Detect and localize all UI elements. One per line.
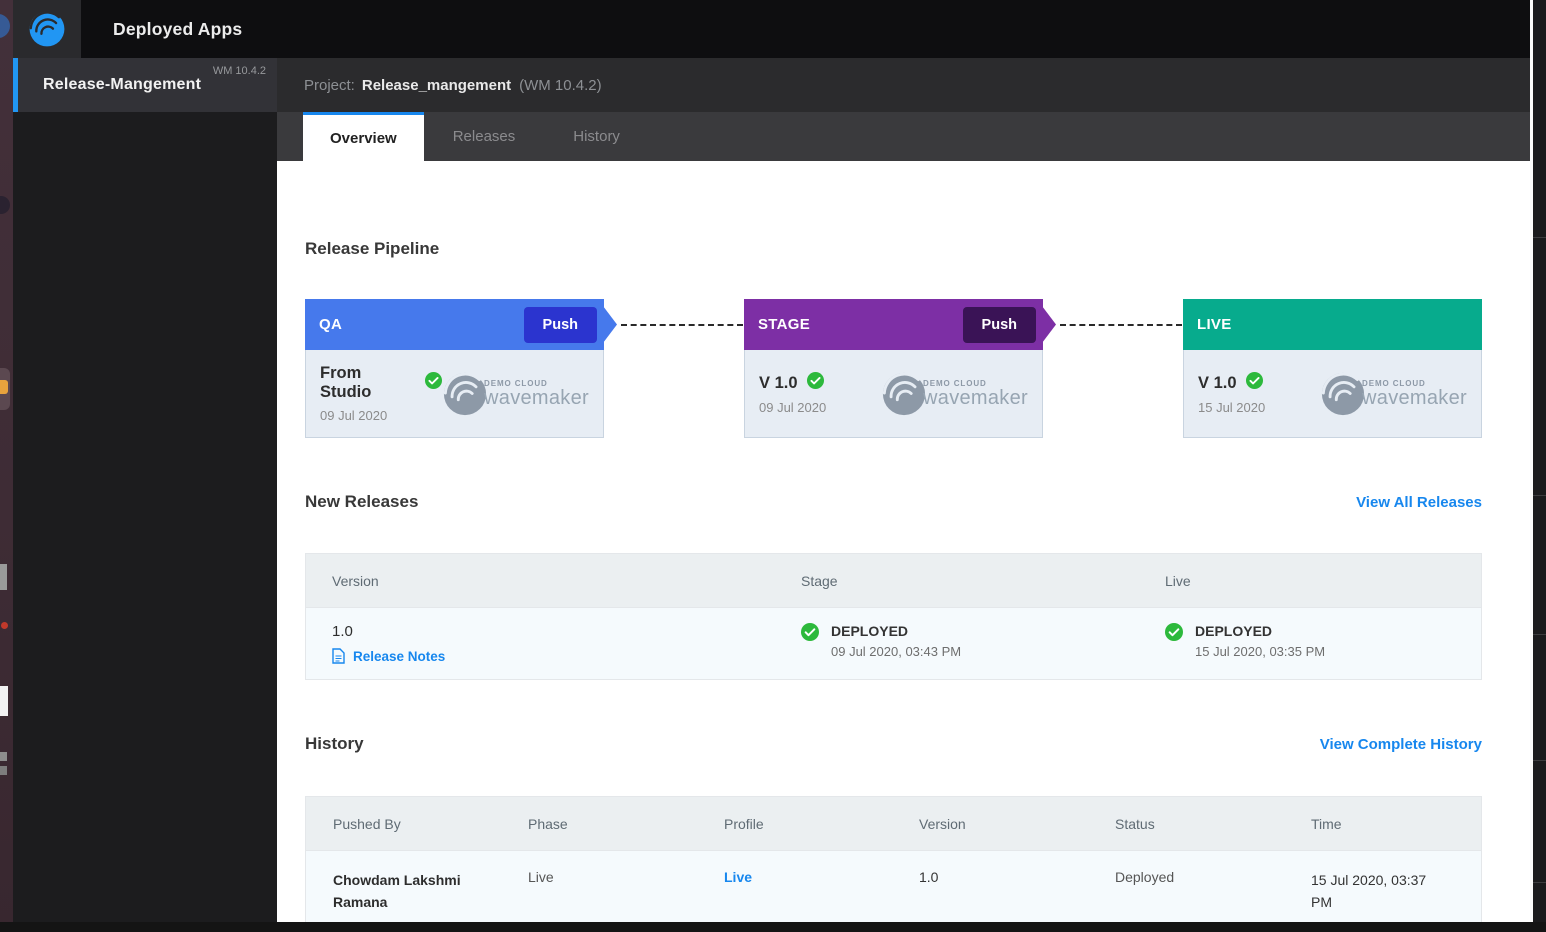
project-name: Release_mangement bbox=[362, 77, 511, 94]
check-icon bbox=[807, 372, 824, 394]
stage-name: STAGE bbox=[758, 316, 810, 333]
tab-releases[interactable]: Releases bbox=[424, 112, 545, 161]
column-header-version: Version bbox=[919, 816, 1115, 832]
stage-status: DEPLOYED bbox=[831, 623, 961, 639]
push-button-stage[interactable]: Push bbox=[963, 307, 1036, 343]
release-notes-link[interactable]: Release Notes bbox=[332, 648, 801, 664]
new-releases-heading: New Releases bbox=[305, 492, 418, 512]
app-version-label: WM 10.4.2 bbox=[213, 65, 266, 77]
column-header-live: Live bbox=[1165, 573, 1481, 589]
stage-version: V 1.0 bbox=[759, 374, 798, 393]
screen: Deployed Apps Release-Mangement WM 10.4.… bbox=[0, 0, 1546, 932]
stage-time: 09 Jul 2020, 03:43 PM bbox=[831, 644, 961, 659]
release-version: 1.0 bbox=[332, 623, 801, 640]
push-button-qa[interactable]: Push bbox=[524, 307, 597, 343]
new-releases-table-header: Version Stage Live bbox=[306, 554, 1481, 607]
stage-version: V 1.0 bbox=[1198, 374, 1237, 393]
dock-icon-fragment bbox=[0, 564, 7, 590]
release-pipeline: QA Push From Studio bbox=[305, 299, 1482, 438]
column-header-pushed-by: Pushed By bbox=[333, 816, 528, 832]
check-icon bbox=[1246, 372, 1263, 394]
desktop-dock-strip bbox=[0, 0, 13, 932]
window-bottom-edge bbox=[0, 922, 1546, 932]
stage-date: 09 Jul 2020 bbox=[320, 408, 442, 423]
window-right-edge bbox=[1530, 0, 1546, 932]
live-time: 15 Jul 2020, 03:35 PM bbox=[1195, 644, 1325, 659]
stage-date: 15 Jul 2020 bbox=[1198, 400, 1265, 415]
history-table: Pushed By Phase Profile Version Status T… bbox=[305, 796, 1482, 922]
tab-history[interactable]: History bbox=[544, 112, 649, 161]
dock-icon-fragment bbox=[0, 752, 7, 761]
wavemaker-gray-icon bbox=[442, 371, 488, 417]
column-header-stage: Stage bbox=[801, 573, 1165, 589]
wavemaker-logo-icon bbox=[28, 10, 66, 48]
wavemaker-gray-icon bbox=[1320, 371, 1366, 417]
document-icon bbox=[332, 648, 345, 664]
pushed-by-value: Chowdam Lakshmi Ramana bbox=[333, 869, 528, 913]
dock-icon-fragment bbox=[0, 766, 7, 775]
overview-content: Release Pipeline QA Push From bbox=[277, 161, 1512, 922]
tab-bar: Overview Releases History bbox=[277, 112, 1530, 161]
live-status: DEPLOYED bbox=[1195, 623, 1325, 639]
dock-icon-fragment bbox=[1, 622, 8, 629]
history-table-header: Pushed By Phase Profile Version Status T… bbox=[306, 797, 1481, 850]
check-icon bbox=[1165, 623, 1183, 664]
new-releases-table: Version Stage Live 1.0 Release Notes bbox=[305, 553, 1482, 680]
pipeline-card-stage: STAGE Push V 1.0 bbox=[744, 299, 1043, 438]
main-panel: Project: Release_mangement (WM 10.4.2) O… bbox=[277, 58, 1530, 922]
dock-icon-fragment bbox=[0, 14, 10, 38]
sidebar: Release-Mangement WM 10.4.2 bbox=[13, 58, 277, 922]
sidebar-item-release-mangement[interactable]: Release-Mangement WM 10.4.2 bbox=[13, 58, 277, 112]
stage-version: From Studio bbox=[320, 364, 416, 402]
release-pipeline-heading: Release Pipeline bbox=[305, 239, 1482, 259]
check-icon bbox=[801, 623, 819, 664]
column-header-time: Time bbox=[1311, 816, 1481, 832]
project-header: Project: Release_mangement (WM 10.4.2) bbox=[277, 58, 1530, 112]
dock-icon-fragment bbox=[0, 196, 10, 214]
view-complete-history-link[interactable]: View Complete History bbox=[1320, 736, 1482, 753]
demo-cloud-brand: DEMO CLOUD wavemaker bbox=[1320, 371, 1467, 417]
table-row: 1.0 Release Notes DEPLOYED 09 Jul 2020, … bbox=[306, 607, 1481, 679]
top-bar: Deployed Apps bbox=[13, 0, 1546, 58]
column-header-profile: Profile bbox=[724, 816, 919, 832]
stage-date: 09 Jul 2020 bbox=[759, 400, 826, 415]
version-value: 1.0 bbox=[919, 869, 1115, 885]
wavemaker-gray-icon bbox=[881, 371, 927, 417]
dock-icon-fragment bbox=[0, 380, 8, 394]
demo-cloud-brand: DEMO CLOUD wavemaker bbox=[881, 371, 1028, 417]
table-row: Chowdam Lakshmi Ramana Live Live 1.0 Dep… bbox=[306, 850, 1481, 922]
stage-name: LIVE bbox=[1197, 316, 1232, 333]
dock-icon-fragment bbox=[0, 686, 8, 716]
check-icon bbox=[425, 372, 442, 394]
pipeline-card-qa: QA Push From Studio bbox=[305, 299, 604, 438]
tab-overview[interactable]: Overview bbox=[303, 112, 424, 161]
stage-name: QA bbox=[319, 316, 342, 333]
time-value: 15 Jul 2020, 03:37 PM bbox=[1311, 869, 1481, 913]
column-header-version: Version bbox=[332, 573, 801, 589]
column-header-phase: Phase bbox=[528, 816, 724, 832]
history-heading: History bbox=[305, 734, 364, 754]
status-value: Deployed bbox=[1115, 869, 1311, 885]
pipeline-connector bbox=[1043, 299, 1183, 350]
project-label: Project: bbox=[304, 77, 355, 94]
view-all-releases-link[interactable]: View All Releases bbox=[1356, 494, 1482, 511]
project-version: (WM 10.4.2) bbox=[519, 77, 602, 94]
phase-value: Live bbox=[528, 869, 724, 885]
profile-live-link[interactable]: Live bbox=[724, 869, 919, 885]
wavemaker-logo-tile[interactable] bbox=[13, 0, 81, 58]
pipeline-connector bbox=[604, 299, 744, 350]
column-header-status: Status bbox=[1115, 816, 1311, 832]
page-title: Deployed Apps bbox=[113, 19, 242, 40]
pipeline-card-live: LIVE V 1.0 15 Jul 2020 bbox=[1183, 299, 1482, 438]
demo-cloud-brand: DEMO CLOUD wavemaker bbox=[442, 371, 589, 417]
app-name-label: Release-Mangement bbox=[18, 76, 201, 94]
